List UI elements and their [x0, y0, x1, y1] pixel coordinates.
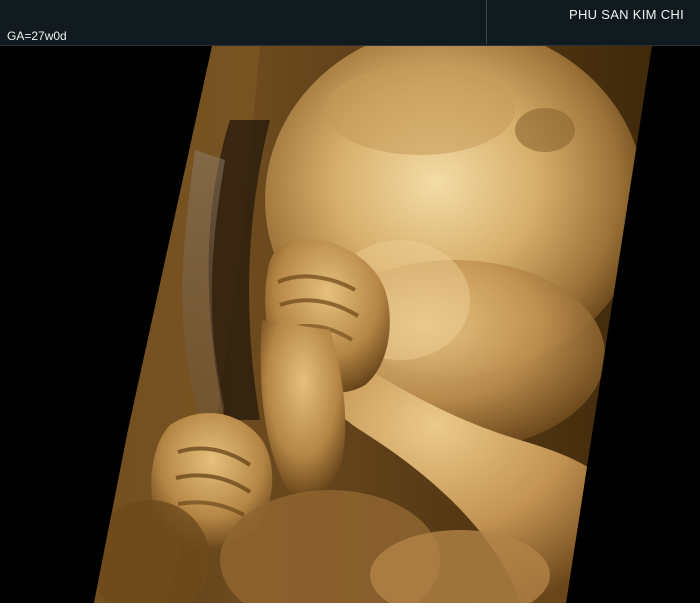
- ultrasound-screen: PHU SAN KIM CHI GA=27w0d: [0, 0, 700, 603]
- ultrasound-3d-render: [94, 46, 652, 603]
- gestational-age-label: GA=27w0d: [7, 29, 67, 43]
- header-bar: PHU SAN KIM CHI GA=27w0d: [0, 0, 700, 46]
- header-divider: [486, 0, 487, 44]
- bottom-strip: [0, 603, 700, 616]
- clinic-name: PHU SAN KIM CHI: [568, 7, 684, 22]
